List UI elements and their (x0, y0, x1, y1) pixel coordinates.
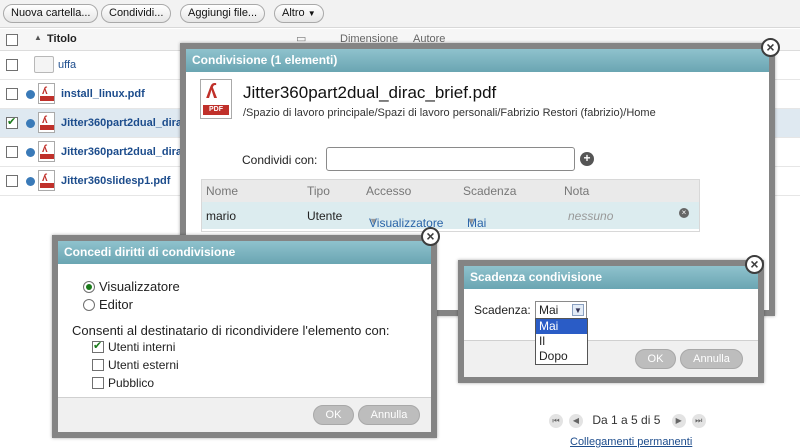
expiry-dialog: Scadenza condivisione Scadenza: Mai ▼ OK… (458, 260, 764, 383)
sort-asc-icon[interactable]: ▲ (34, 33, 42, 42)
cancel-button[interactable]: Annulla (680, 349, 743, 369)
file-name[interactable]: Jitter360slidesp1.pdf (61, 175, 170, 187)
row-checkbox[interactable] (6, 175, 18, 187)
pdf-file-icon: ʎ (38, 141, 55, 162)
pdf-file-icon: ʎ PDF (200, 79, 232, 119)
row-checkbox[interactable] (6, 88, 18, 100)
rights-dialog-footer: OK Annulla (58, 397, 431, 432)
more-button[interactable]: Altro ▼ (274, 4, 324, 23)
close-icon[interactable]: × (421, 227, 440, 246)
reshare-label: Consenti al destinatario di ricondivider… (72, 323, 390, 338)
close-icon[interactable]: × (761, 38, 780, 57)
internal-users-checkbox[interactable] (92, 339, 104, 353)
public-label[interactable]: Pubblico (108, 376, 154, 390)
pager-text: Da 1 a 5 di 5 (592, 413, 661, 427)
shared-icon (26, 177, 35, 186)
internal-users-label[interactable]: Utenti interni (108, 340, 175, 354)
col-name: Nome (206, 184, 239, 198)
share-button[interactable]: Condividi... (101, 4, 172, 23)
close-icon[interactable]: × (745, 255, 764, 274)
role-viewer-radio[interactable] (83, 281, 95, 293)
prev-page-icon[interactable]: ◀ (569, 413, 583, 428)
file-name[interactable]: Jitter360part2dual_dira (61, 117, 182, 129)
share-with-label: Condividi con: (242, 153, 318, 167)
remove-icon[interactable]: × (679, 208, 689, 218)
table-row: mario Utente Visualizzatore ▼ Mai ▼ ness… (202, 202, 699, 230)
ok-button[interactable]: OK (635, 349, 676, 369)
recipient-type: Utente (307, 209, 343, 223)
new-folder-button[interactable]: Nuova cartella... (3, 4, 99, 23)
expiry-selected: Mai (539, 303, 559, 317)
col-type: Tipo (307, 184, 330, 198)
expiry-label: Scadenza: (474, 303, 531, 317)
share-filename: Jitter360part2dual_dirac_brief.pdf (243, 83, 497, 102)
ok-button[interactable]: OK (313, 405, 354, 425)
option-on[interactable]: Il (536, 334, 587, 349)
option-never[interactable]: Mai (536, 319, 587, 334)
rights-dialog-title: Concedi diritti di condivisione (58, 241, 431, 264)
external-users-checkbox[interactable] (92, 359, 104, 371)
role-viewer-label[interactable]: Visualizzatore (99, 279, 180, 294)
expiry-options-list: Mai Il Dopo (535, 318, 588, 365)
expiry-select[interactable]: Mai ▼ (535, 301, 587, 319)
shared-icon (26, 119, 35, 128)
recipient-name: mario (206, 209, 237, 223)
pdf-file-icon: ʎ (38, 170, 55, 191)
row-checkbox[interactable] (6, 146, 18, 158)
expiry-dialog-footer: OK Annulla (464, 340, 758, 377)
share-with-input[interactable] (326, 147, 575, 171)
last-page-icon[interactable]: ⏭ (691, 413, 706, 428)
pdf-file-icon: ʎ (38, 112, 55, 133)
select-all-checkbox[interactable] (6, 34, 18, 46)
permalink-link[interactable]: Collegamenti permanenti (570, 436, 692, 448)
col-note: Nota (564, 184, 590, 198)
cancel-button[interactable]: Annulla (358, 405, 420, 425)
shared-icon (26, 90, 35, 99)
pdf-label: PDF (203, 105, 229, 115)
add-files-button[interactable]: Aggiungi file... (180, 4, 266, 23)
note-value[interactable]: nessuno (568, 209, 613, 223)
file-name[interactable]: uffa (58, 59, 76, 71)
file-name[interactable]: Jitter360part2dual_dira (61, 146, 182, 158)
file-name[interactable]: install_linux.pdf (61, 88, 145, 100)
column-title[interactable]: Titolo (47, 33, 77, 45)
shared-icon (26, 148, 35, 157)
caret-down-icon: ▼ (467, 216, 476, 226)
option-after[interactable]: Dopo (536, 349, 587, 364)
pager: ⏮ ◀ Da 1 a 5 di 5 ▶ ⏭ (549, 413, 712, 428)
role-editor-label[interactable]: Editor (99, 297, 133, 312)
chevron-down-icon[interactable]: ▼ (572, 304, 584, 316)
expiry-dialog-title: Scadenza condivisione (464, 266, 758, 289)
add-recipient-icon[interactable]: + (580, 152, 594, 166)
chevron-down-icon: ▼ (307, 9, 316, 18)
share-dialog-title: Condivisione (1 elementi) (186, 49, 769, 72)
col-access: Accesso (366, 184, 412, 198)
row-checkbox[interactable] (6, 115, 18, 129)
rights-dialog: Concedi diritti di condivisione Visualiz… (52, 235, 437, 438)
external-users-label[interactable]: Utenti esterni (108, 358, 179, 372)
role-editor-radio[interactable] (83, 299, 95, 311)
share-path: /Spazio di lavoro principale/Spazi di la… (243, 107, 656, 119)
share-table-header: Nome Tipo Accesso Scadenza Nota (202, 180, 699, 202)
next-page-icon[interactable]: ▶ (671, 413, 686, 428)
caret-down-icon: ▼ (369, 216, 378, 226)
row-checkbox[interactable] (6, 59, 18, 71)
first-page-icon[interactable]: ⏮ (549, 413, 563, 428)
share-table: Nome Tipo Accesso Scadenza Nota mario Ut… (201, 179, 700, 232)
folder-icon (34, 56, 54, 73)
more-label: Altro (282, 7, 305, 19)
pdf-file-icon: ʎ (38, 83, 55, 104)
col-expiry: Scadenza (463, 184, 517, 198)
toolbar: Nuova cartella... Condividi... Aggiungi … (0, 0, 800, 28)
public-checkbox[interactable] (92, 377, 104, 389)
